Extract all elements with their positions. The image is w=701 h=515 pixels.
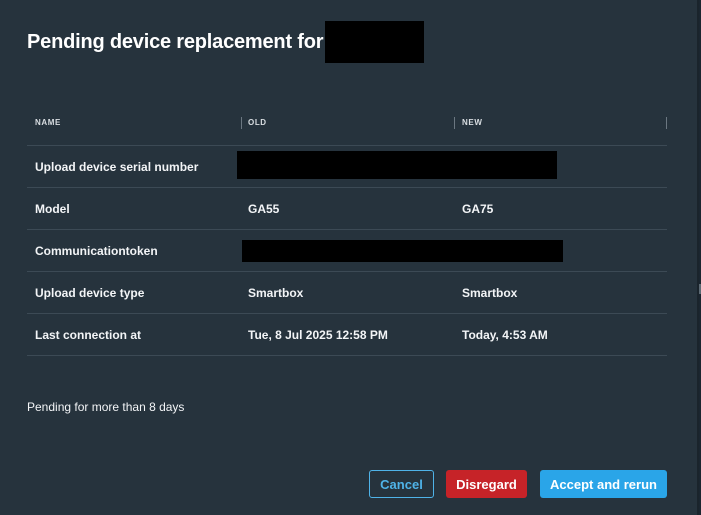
table-row: Upload device type Smartbox Smartbox	[27, 272, 667, 314]
column-separator	[241, 117, 242, 129]
disregard-button[interactable]: Disregard	[446, 470, 527, 498]
pending-replacement-dialog: Pending device replacement for NAME OLD …	[0, 0, 699, 515]
table-row: Last connection at Tue, 8 Jul 2025 12:58…	[27, 314, 667, 356]
old-value: Smartbox	[248, 285, 304, 300]
device-comparison-table: NAME OLD NEW Upload device serial number…	[27, 105, 667, 356]
row-label: Upload device type	[35, 285, 145, 300]
redacted-serial-numbers	[237, 151, 557, 179]
new-value: Smartbox	[462, 285, 518, 300]
dialog-header: Pending device replacement for	[27, 21, 425, 63]
old-value: GA55	[248, 201, 280, 216]
old-value: Tue, 8 Jul 2025 12:58 PM	[248, 327, 388, 342]
cancel-button[interactable]: Cancel	[369, 470, 434, 498]
new-value: GA75	[462, 201, 494, 216]
redacted-device-name	[325, 21, 425, 63]
column-header-name: NAME	[35, 118, 61, 127]
table-header: NAME OLD NEW	[27, 105, 667, 146]
row-label: Communicationtoken	[35, 243, 158, 258]
pending-duration-note: Pending for more than 8 days	[27, 400, 185, 414]
column-separator	[666, 117, 667, 129]
row-label: Last connection at	[35, 327, 142, 342]
dialog-title: Pending device replacement for	[27, 30, 324, 53]
row-label: Model	[35, 201, 70, 216]
table-row: Model GA55 GA75	[27, 188, 667, 230]
new-value: Today, 4:53 AM	[462, 327, 548, 342]
column-header-new: NEW	[462, 118, 483, 127]
table-row: Communicationtoken	[27, 230, 667, 272]
column-separator	[454, 117, 455, 129]
row-label: Upload device serial number	[35, 159, 199, 174]
accept-and-rerun-button[interactable]: Accept and rerun	[540, 470, 667, 498]
column-header-old: OLD	[248, 118, 267, 127]
table-row: Upload device serial number	[27, 146, 667, 188]
redacted-communication-tokens	[242, 240, 563, 262]
